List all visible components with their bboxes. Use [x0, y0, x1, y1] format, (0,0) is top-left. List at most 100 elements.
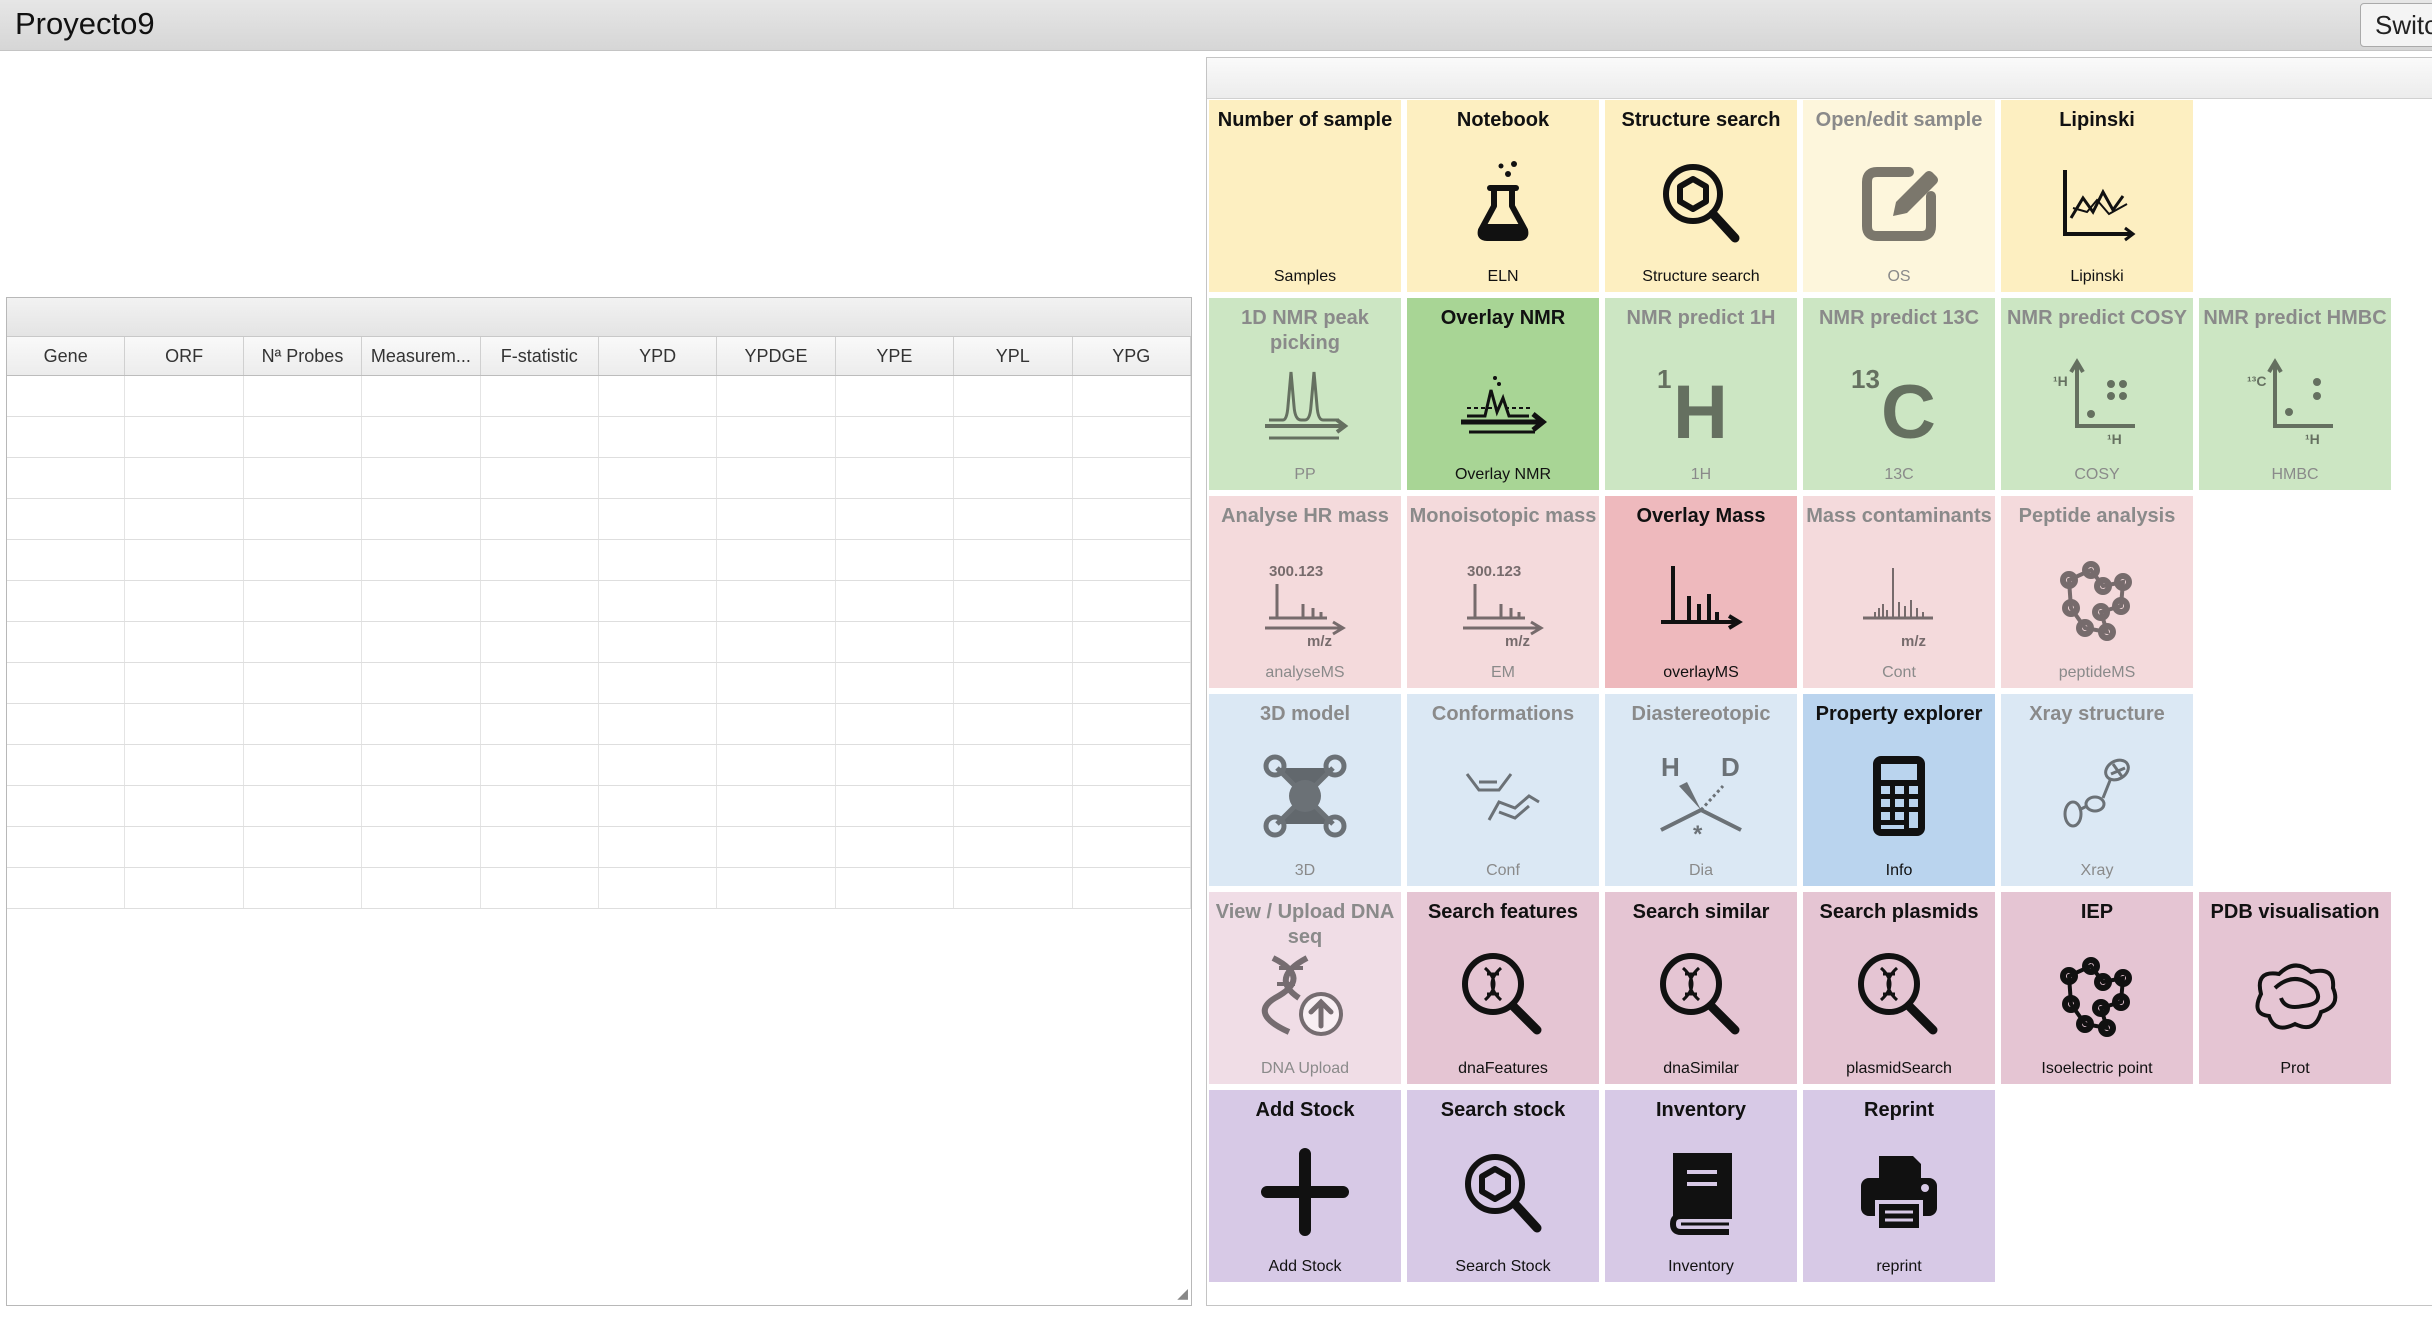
table-cell[interactable] [244, 827, 363, 867]
table-cell[interactable] [125, 704, 244, 744]
table-cell[interactable] [362, 868, 481, 908]
table-cell[interactable] [125, 827, 244, 867]
table-cell[interactable] [125, 376, 244, 416]
table-cell[interactable] [125, 499, 244, 539]
tile-isoelectric-point[interactable]: IEP Isoelectric point [2001, 892, 2193, 1084]
tile-structure-search[interactable]: Structure search Structure search [1605, 100, 1797, 292]
table-cell[interactable] [481, 786, 599, 826]
table-cell[interactable] [244, 786, 363, 826]
table-cell[interactable] [362, 663, 481, 703]
table-cell[interactable] [125, 663, 244, 703]
tile-overlay-nmr[interactable]: Overlay NMR Overlay NMR [1407, 298, 1599, 490]
table-cell[interactable] [836, 745, 955, 785]
table-cell[interactable] [481, 745, 599, 785]
table-cell[interactable] [481, 622, 599, 662]
table-cell[interactable] [244, 622, 363, 662]
table-cell[interactable] [7, 663, 126, 703]
table-cell[interactable] [836, 376, 955, 416]
table-cell[interactable] [717, 786, 836, 826]
column-header[interactable]: YPL [954, 337, 1073, 375]
tile-cosy[interactable]: NMR predict COSY ¹H ¹H COSY [2001, 298, 2193, 490]
column-header[interactable]: YPE [836, 337, 955, 375]
column-header[interactable]: Gene [7, 337, 126, 375]
table-cell[interactable] [244, 376, 363, 416]
table-cell[interactable] [836, 622, 955, 662]
table-cell[interactable] [717, 540, 836, 580]
table-cell[interactable] [125, 540, 244, 580]
table-cell[interactable] [1073, 458, 1191, 498]
table-cell[interactable] [954, 745, 1073, 785]
tile-analysems[interactable]: Analyse HR mass 300.123 m/z analyseMS [1209, 496, 1401, 688]
table-cell[interactable] [244, 663, 363, 703]
table-row[interactable] [7, 540, 1191, 581]
table-row[interactable] [7, 745, 1191, 786]
table-cell[interactable] [481, 868, 599, 908]
table-cell[interactable] [836, 786, 955, 826]
table-cell[interactable] [244, 704, 363, 744]
column-header[interactable]: YPG [1073, 337, 1191, 375]
table-cell[interactable] [7, 458, 126, 498]
column-header[interactable]: Nª Probes [244, 337, 363, 375]
table-cell[interactable] [481, 704, 599, 744]
tile-13c[interactable]: NMR predict 13C 13 C 13C [1803, 298, 1995, 490]
table-row[interactable] [7, 458, 1191, 499]
table-cell[interactable] [836, 581, 955, 621]
tile-overlayms[interactable]: Overlay Mass overlayMS [1605, 496, 1797, 688]
table-cell[interactable] [717, 458, 836, 498]
table-cell[interactable] [7, 417, 126, 457]
table-cell[interactable] [481, 827, 599, 867]
tile-prot[interactable]: PDB visualisation Prot [2199, 892, 2391, 1084]
table-cell[interactable] [244, 417, 363, 457]
tile-dnafeatures[interactable]: Search features dnaFeatures [1407, 892, 1599, 1084]
tile-info[interactable]: Property explorer Info [1803, 694, 1995, 886]
table-cell[interactable] [836, 704, 955, 744]
table-cell[interactable] [836, 540, 955, 580]
table-cell[interactable] [244, 458, 363, 498]
table-row[interactable] [7, 704, 1191, 745]
table-cell[interactable] [717, 827, 836, 867]
table-cell[interactable] [1073, 540, 1191, 580]
tile-hmbc[interactable]: NMR predict HMBC ¹³C ¹H HMBC [2199, 298, 2391, 490]
table-cell[interactable] [481, 417, 599, 457]
table-cell[interactable] [7, 827, 126, 867]
table-cell[interactable] [244, 868, 363, 908]
column-header[interactable]: YPD [599, 337, 718, 375]
table-cell[interactable] [599, 417, 718, 457]
table-cell[interactable] [1073, 663, 1191, 703]
table-cell[interactable] [954, 786, 1073, 826]
table-cell[interactable] [362, 581, 481, 621]
tile-dna-upload[interactable]: View / Upload DNA seq DNA Upload [1209, 892, 1401, 1084]
table-cell[interactable] [7, 622, 126, 662]
tile-samples[interactable]: Number of sample Samples [1209, 100, 1401, 292]
table-cell[interactable] [481, 581, 599, 621]
table-cell[interactable] [836, 827, 955, 867]
table-cell[interactable] [244, 581, 363, 621]
table-cell[interactable] [599, 745, 718, 785]
column-header[interactable]: YPDGE [717, 337, 836, 375]
table-cell[interactable] [954, 458, 1073, 498]
table-cell[interactable] [599, 458, 718, 498]
table-cell[interactable] [125, 745, 244, 785]
tile-reprint[interactable]: Reprint reprint [1803, 1090, 1995, 1282]
table-cell[interactable] [362, 745, 481, 785]
tile-conf[interactable]: Conformations Conf [1407, 694, 1599, 886]
table-cell[interactable] [954, 376, 1073, 416]
table-cell[interactable] [954, 622, 1073, 662]
tile-xray[interactable]: Xray structure Xray [2001, 694, 2193, 886]
table-cell[interactable] [717, 868, 836, 908]
table-cell[interactable] [362, 499, 481, 539]
table-cell[interactable] [599, 540, 718, 580]
table-cell[interactable] [717, 499, 836, 539]
table-cell[interactable] [362, 786, 481, 826]
table-row[interactable] [7, 417, 1191, 458]
tile-3d[interactable]: 3D model 3D [1209, 694, 1401, 886]
table-cell[interactable] [481, 499, 599, 539]
table-cell[interactable] [717, 745, 836, 785]
table-cell[interactable] [7, 540, 126, 580]
table-cell[interactable] [1073, 827, 1191, 867]
tile-dnasimilar[interactable]: Search similar dnaSimilar [1605, 892, 1797, 1084]
table-cell[interactable] [7, 704, 126, 744]
table-cell[interactable] [599, 622, 718, 662]
tile-em[interactable]: Monoisotopic mass 300.123 m/z EM [1407, 496, 1599, 688]
table-cell[interactable] [125, 868, 244, 908]
